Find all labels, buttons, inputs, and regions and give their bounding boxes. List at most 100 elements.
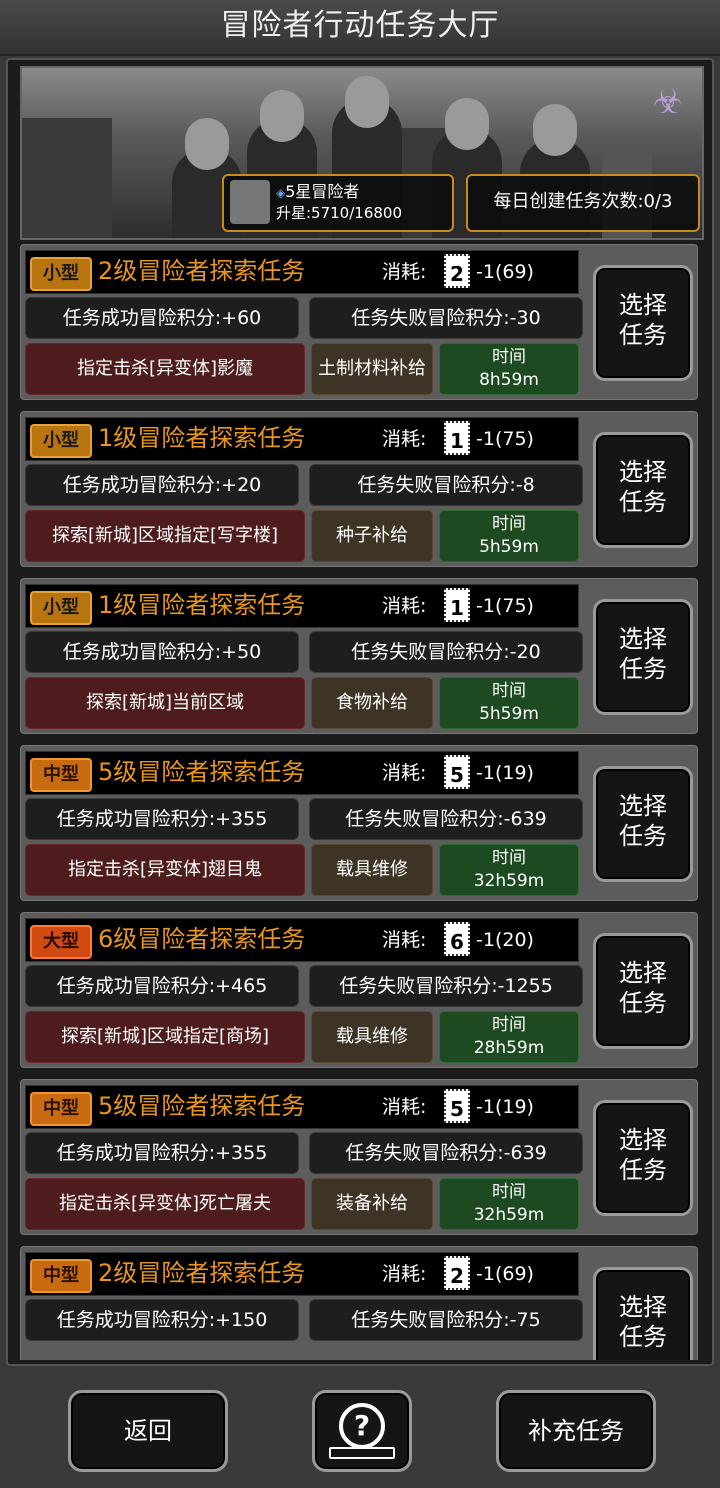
task-name: 2级冒险者探索任务 xyxy=(98,1259,306,1287)
task-card[interactable]: 大型 6级冒险者探索任务 消耗: 6 -1(20) 任务成功冒险积分:+465 … xyxy=(20,912,698,1068)
fail-points: 任务失败冒险积分:-30 xyxy=(309,297,583,339)
level-card-icon: 2 xyxy=(444,254,470,288)
cost-value: -1(69) xyxy=(476,1263,534,1285)
task-header: 中型 2级冒险者探索任务 消耗: 2 -1(69) xyxy=(25,1252,579,1296)
task-card[interactable]: 小型 1级冒险者探索任务 消耗: 1 -1(75) 任务成功冒险积分:+20 任… xyxy=(20,411,698,567)
select-label-2: 任务 xyxy=(619,488,667,516)
select-label-2: 任务 xyxy=(619,822,667,850)
time-value: 5h59m xyxy=(479,537,539,557)
fail-points: 任务失败冒险积分:-639 xyxy=(309,1132,583,1174)
task-header: 小型 1级冒险者探索任务 消耗: 1 -1(75) xyxy=(25,417,579,461)
avatar xyxy=(230,180,270,224)
task-card[interactable]: 中型 5级冒险者探索任务 消耗: 5 -1(19) 任务成功冒险积分:+355 … xyxy=(20,745,698,901)
select-task-button[interactable]: 选择 任务 xyxy=(593,599,693,715)
time-value: 28h59m xyxy=(473,1038,545,1058)
page-title: 冒险者行动任务大厅 xyxy=(0,0,720,56)
task-target: 指定击杀[异变体]翅目鬼 xyxy=(25,844,305,896)
task-time: 时间 28h59m xyxy=(439,1011,579,1063)
task-reward: 载具维修 xyxy=(311,1011,433,1063)
task-header: 中型 5级冒险者探索任务 消耗: 5 -1(19) xyxy=(25,1085,579,1129)
cost-label: 消耗: xyxy=(382,929,427,951)
level-card-icon: 2 xyxy=(444,1256,470,1290)
level-card-icon: 5 xyxy=(444,755,470,789)
task-size-badge: 中型 xyxy=(30,758,92,792)
task-name: 1级冒险者探索任务 xyxy=(98,591,306,619)
success-points: 任务成功冒险积分:+355 xyxy=(25,798,299,840)
task-card[interactable]: 小型 2级冒险者探索任务 消耗: 2 -1(69) 任务成功冒险积分:+60 任… xyxy=(20,244,698,400)
task-size-badge: 中型 xyxy=(30,1092,92,1126)
task-header: 大型 6级冒险者探索任务 消耗: 6 -1(20) xyxy=(25,918,579,962)
select-label-2: 任务 xyxy=(619,989,667,1017)
time-label: 时间 xyxy=(492,514,526,534)
task-target: 探索[新城]当前区域 xyxy=(25,677,305,729)
time-label: 时间 xyxy=(492,848,526,868)
success-points: 任务成功冒险积分:+465 xyxy=(25,965,299,1007)
task-reward: 载具维修 xyxy=(311,844,433,896)
cost-value: -1(20) xyxy=(476,929,534,951)
success-points: 任务成功冒险积分:+20 xyxy=(25,464,299,506)
time-label: 时间 xyxy=(492,1015,526,1035)
back-button[interactable]: 返回 xyxy=(68,1390,228,1472)
task-reward: 装备补给 xyxy=(311,1178,433,1230)
select-task-button[interactable]: 选择 任务 xyxy=(593,766,693,882)
fail-points: 任务失败冒险积分:-639 xyxy=(309,798,583,840)
task-name: 6级冒险者探索任务 xyxy=(98,925,306,953)
task-header: 小型 1级冒险者探索任务 消耗: 1 -1(75) xyxy=(25,584,579,628)
cost-label: 消耗: xyxy=(382,261,427,283)
biohazard-icon: ☣ xyxy=(652,82,684,122)
task-reward: 食物补给 xyxy=(311,677,433,729)
select-task-button[interactable]: 选择 任务 xyxy=(593,265,693,381)
select-label-2: 任务 xyxy=(619,1156,667,1184)
cost-label: 消耗: xyxy=(382,428,427,450)
cost-value: -1(75) xyxy=(476,595,534,617)
task-name: 5级冒险者探索任务 xyxy=(98,1092,306,1120)
time-value: 32h59m xyxy=(473,1205,545,1225)
adventurers-banner: ☣ ◈5星冒险者 升星:5710/16800 每日创建任务次数:0/3 xyxy=(20,66,704,240)
select-task-button[interactable]: 选择 任务 xyxy=(593,933,693,1049)
fail-points: 任务失败冒险积分:-8 xyxy=(309,464,583,506)
fail-points: 任务失败冒险积分:-1255 xyxy=(309,965,583,1007)
rank-progress: 升星:5710/16800 xyxy=(276,204,402,222)
task-hall-panel: ☣ ◈5星冒险者 升星:5710/16800 每日创建任务次数:0/3 小型 2… xyxy=(6,58,714,1366)
question-icon: ? xyxy=(339,1403,385,1449)
task-name: 2级冒险者探索任务 xyxy=(98,257,306,285)
select-label-1: 选择 xyxy=(619,458,667,486)
select-label-2: 任务 xyxy=(619,655,667,683)
task-size-badge: 小型 xyxy=(30,424,92,458)
task-card[interactable]: 中型 2级冒险者探索任务 消耗: 2 -1(69) 任务成功冒险积分:+150 … xyxy=(20,1246,698,1360)
level-card-icon: 1 xyxy=(444,421,470,455)
task-size-badge: 中型 xyxy=(30,1259,92,1293)
select-task-button[interactable]: 选择 任务 xyxy=(593,1100,693,1216)
fail-points: 任务失败冒险积分:-20 xyxy=(309,631,583,673)
time-value: 8h59m xyxy=(479,370,539,390)
select-label-1: 选择 xyxy=(619,625,667,653)
task-size-badge: 小型 xyxy=(30,257,92,291)
select-task-button[interactable]: 选择 任务 xyxy=(593,432,693,548)
task-header: 中型 5级冒险者探索任务 消耗: 5 -1(19) xyxy=(25,751,579,795)
task-target: 指定击杀[异变体]影魔 xyxy=(25,343,305,395)
fail-points: 任务失败冒险积分:-75 xyxy=(309,1299,583,1341)
task-time: 时间 32h59m xyxy=(439,1178,579,1230)
success-points: 任务成功冒险积分:+355 xyxy=(25,1132,299,1174)
task-time: 时间 32h59m xyxy=(439,844,579,896)
cost-value: -1(19) xyxy=(476,762,534,784)
time-label: 时间 xyxy=(492,1182,526,1202)
adventurer-rank-panel[interactable]: ◈5星冒险者 升星:5710/16800 xyxy=(222,174,454,232)
select-label-1: 选择 xyxy=(619,792,667,820)
refill-tasks-button[interactable]: 补充任务 xyxy=(496,1390,656,1472)
cost-value: -1(19) xyxy=(476,1096,534,1118)
task-card[interactable]: 中型 5级冒险者探索任务 消耗: 5 -1(19) 任务成功冒险积分:+355 … xyxy=(20,1079,698,1235)
task-time: 时间 8h59m xyxy=(439,343,579,395)
task-header: 小型 2级冒险者探索任务 消耗: 2 -1(69) xyxy=(25,250,579,294)
task-card[interactable]: 小型 1级冒险者探索任务 消耗: 1 -1(75) 任务成功冒险积分:+50 任… xyxy=(20,578,698,734)
cost-value: -1(75) xyxy=(476,428,534,450)
select-label-1: 选择 xyxy=(619,291,667,319)
help-button[interactable]: ? xyxy=(312,1390,412,1472)
task-size-badge: 大型 xyxy=(30,925,92,959)
task-reward: 土制材料补给 xyxy=(311,343,433,395)
cost-value: -1(69) xyxy=(476,261,534,283)
select-task-button[interactable]: 选择 任务 xyxy=(593,1267,693,1360)
select-label-2: 任务 xyxy=(619,1323,667,1351)
task-target: 探索[新城]区域指定[商场] xyxy=(25,1011,305,1063)
task-list[interactable]: 小型 2级冒险者探索任务 消耗: 2 -1(69) 任务成功冒险积分:+60 任… xyxy=(16,244,704,1360)
